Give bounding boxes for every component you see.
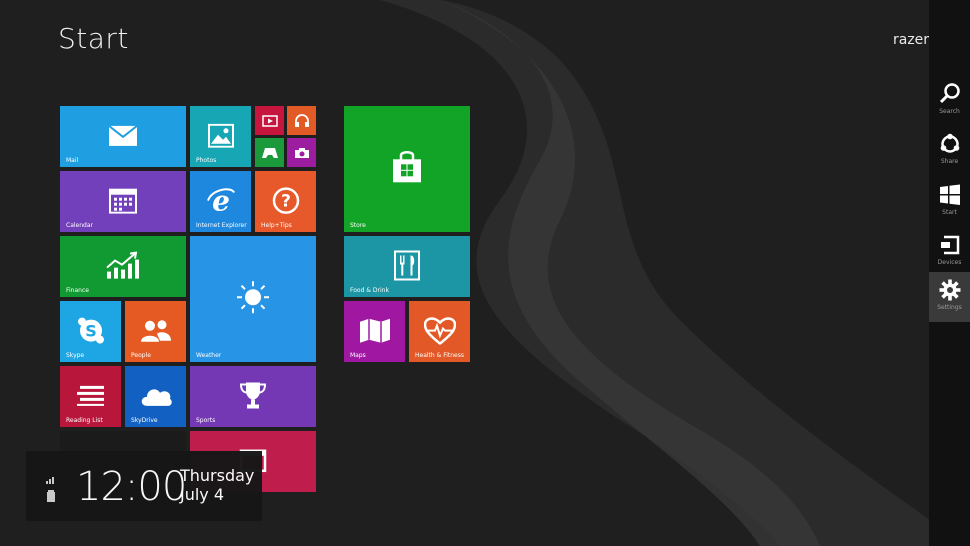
tile-label: Weather [196,352,222,359]
tile-label: Store [350,222,366,229]
charm-share[interactable]: Share [929,126,970,176]
clock-time: 12:00 [76,464,187,510]
tile-label: Skype [66,352,85,359]
store-icon [390,150,424,184]
calendar-icon [109,187,137,214]
tile-sports[interactable]: Sports [190,366,316,427]
charm-devices[interactable]: Devices [929,227,970,277]
battery-icon [46,487,56,506]
tile-calendar[interactable]: Calendar [60,171,186,232]
charm-label: Search [939,108,960,115]
tile-weather[interactable]: Weather [190,236,316,362]
charm-settings[interactable]: Settings [929,272,970,322]
windows-start-icon [940,184,960,205]
tile-store[interactable]: Store [344,106,470,232]
charm-label: Settings [937,304,962,311]
tile-label: SkyDrive [131,417,158,424]
skype-icon: S [77,316,105,344]
tile-label: Sports [196,417,216,424]
headphones-icon [294,113,310,128]
charm-label: Devices [937,259,962,266]
tile-maps[interactable]: Maps [344,301,405,362]
skydrive-icon [139,384,173,406]
tile-label: People [131,352,151,359]
food-drink-icon [394,250,420,280]
tile-label: Maps [350,352,366,359]
svg-text:S: S [85,321,97,340]
clock-day: Thursday [180,466,255,485]
tile-health-fitness[interactable]: Health & Fitness [409,301,470,362]
tile-label: Photos [196,157,217,164]
tile-label: Calendar [66,222,93,229]
clock-date: July 4 [180,485,225,504]
mail-icon [108,124,138,146]
tile-people[interactable]: People [125,301,186,362]
tile-label: Help+Tips [261,222,292,229]
user-name[interactable]: razer [893,32,929,48]
health-fitness-icon [423,316,456,345]
camera-icon [294,147,310,159]
video-icon [261,114,278,127]
svg-text:?: ? [281,191,291,211]
reading-list-icon [76,384,106,406]
photos-icon [207,123,234,148]
tile-label: Mail [66,157,79,164]
tile-video[interactable] [255,106,284,135]
network-icon [46,469,56,488]
tile-label: Finance [66,287,89,294]
internet-explorer-icon: e [206,186,236,214]
share-icon [940,133,960,153]
charm-label: Start [942,209,957,216]
tile-camera[interactable] [287,138,316,167]
charm-search[interactable]: Search [929,76,970,126]
tile-label: Health & Fitness [415,352,464,359]
tile-internet-explorer[interactable]: e Internet Explorer [190,171,251,232]
tile-label: Internet Explorer [196,222,247,229]
charms-bar: Search Share Start Devices Settings [929,0,970,546]
help-icon: ? [272,186,300,214]
settings-gear-icon [939,279,961,301]
tile-games[interactable] [255,138,284,167]
page-title: Start [58,22,129,55]
tile-label: Food & Drink [350,287,389,294]
tile-music[interactable] [287,106,316,135]
games-icon [261,147,279,159]
weather-sun-icon [235,279,271,315]
tile-label: Reading List [66,417,103,424]
devices-icon [941,235,960,255]
tile-skydrive[interactable]: SkyDrive [125,366,186,427]
finance-icon [105,251,141,279]
tile-food-drink[interactable]: Food & Drink [344,236,470,297]
tile-reading-list[interactable]: Reading List [60,366,121,427]
charm-label: Share [940,158,959,165]
charm-start[interactable]: Start [929,177,970,227]
trophy-icon [238,380,268,410]
maps-icon [359,317,391,343]
tile-skype[interactable]: S Skype [60,301,121,362]
tile-photos[interactable]: Photos [190,106,251,167]
tile-help-tips[interactable]: ? Help+Tips [255,171,316,232]
clock-overlay: 12:00 Thursday July 4 [26,451,262,521]
search-icon [939,83,960,104]
people-icon [140,318,172,342]
tile-mail[interactable]: Mail [60,106,186,167]
tile-finance[interactable]: Finance [60,236,186,297]
